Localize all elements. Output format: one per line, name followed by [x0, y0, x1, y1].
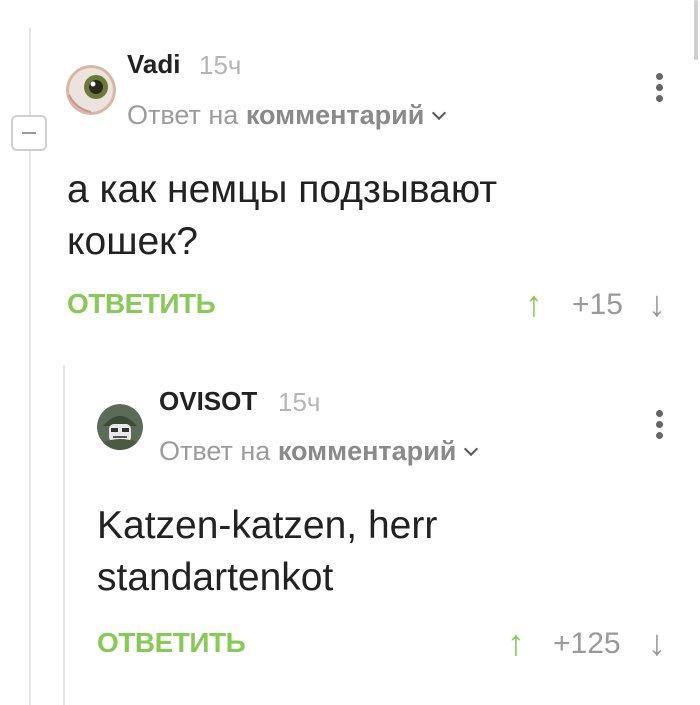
thread-line-nested: [63, 365, 65, 705]
minus-icon: [22, 132, 36, 134]
scrollbar[interactable]: [694, 0, 698, 60]
comment-text: а как немцы подзывают кошек?: [67, 168, 498, 263]
comment-time: 15ч: [199, 50, 242, 80]
reply-button[interactable]: ОТВЕТИТЬ: [97, 627, 246, 659]
downvote-icon[interactable]: ↓: [648, 283, 666, 325]
reply-to-target: комментарий: [277, 436, 457, 466]
reply-to-target: комментарий: [245, 100, 425, 130]
eye-avatar-icon: [66, 65, 116, 115]
chevron-down-icon: [464, 441, 479, 457]
comment-text: Katzen-katzen, herr standartenkot: [97, 504, 438, 599]
downvote-icon[interactable]: ↓: [648, 622, 666, 664]
more-options-icon[interactable]: [654, 410, 664, 443]
upvote-icon[interactable]: ↑: [507, 622, 525, 664]
reply-to-link[interactable]: Ответ на комментарий: [127, 100, 447, 131]
author-name[interactable]: OVISOT: [159, 386, 257, 417]
score: +15: [572, 288, 623, 321]
chevron-down-icon: [432, 105, 447, 121]
upvote-icon[interactable]: ↑: [525, 283, 543, 325]
soldier-avatar-icon: [97, 404, 143, 450]
collapse-thread-button[interactable]: [11, 115, 47, 151]
comment-time: 15ч: [278, 387, 321, 417]
reply-button[interactable]: ОТВЕТИТЬ: [67, 288, 216, 320]
reply-to-prefix: Ответ на: [159, 436, 271, 466]
avatar[interactable]: [66, 65, 116, 115]
score: +125: [553, 627, 621, 660]
reply-to-link[interactable]: Ответ на комментарий: [159, 436, 479, 467]
more-options-icon[interactable]: [654, 73, 664, 106]
reply-to-prefix: Ответ на: [127, 100, 239, 130]
avatar[interactable]: [97, 404, 143, 450]
author-name[interactable]: Vadi: [127, 49, 180, 80]
